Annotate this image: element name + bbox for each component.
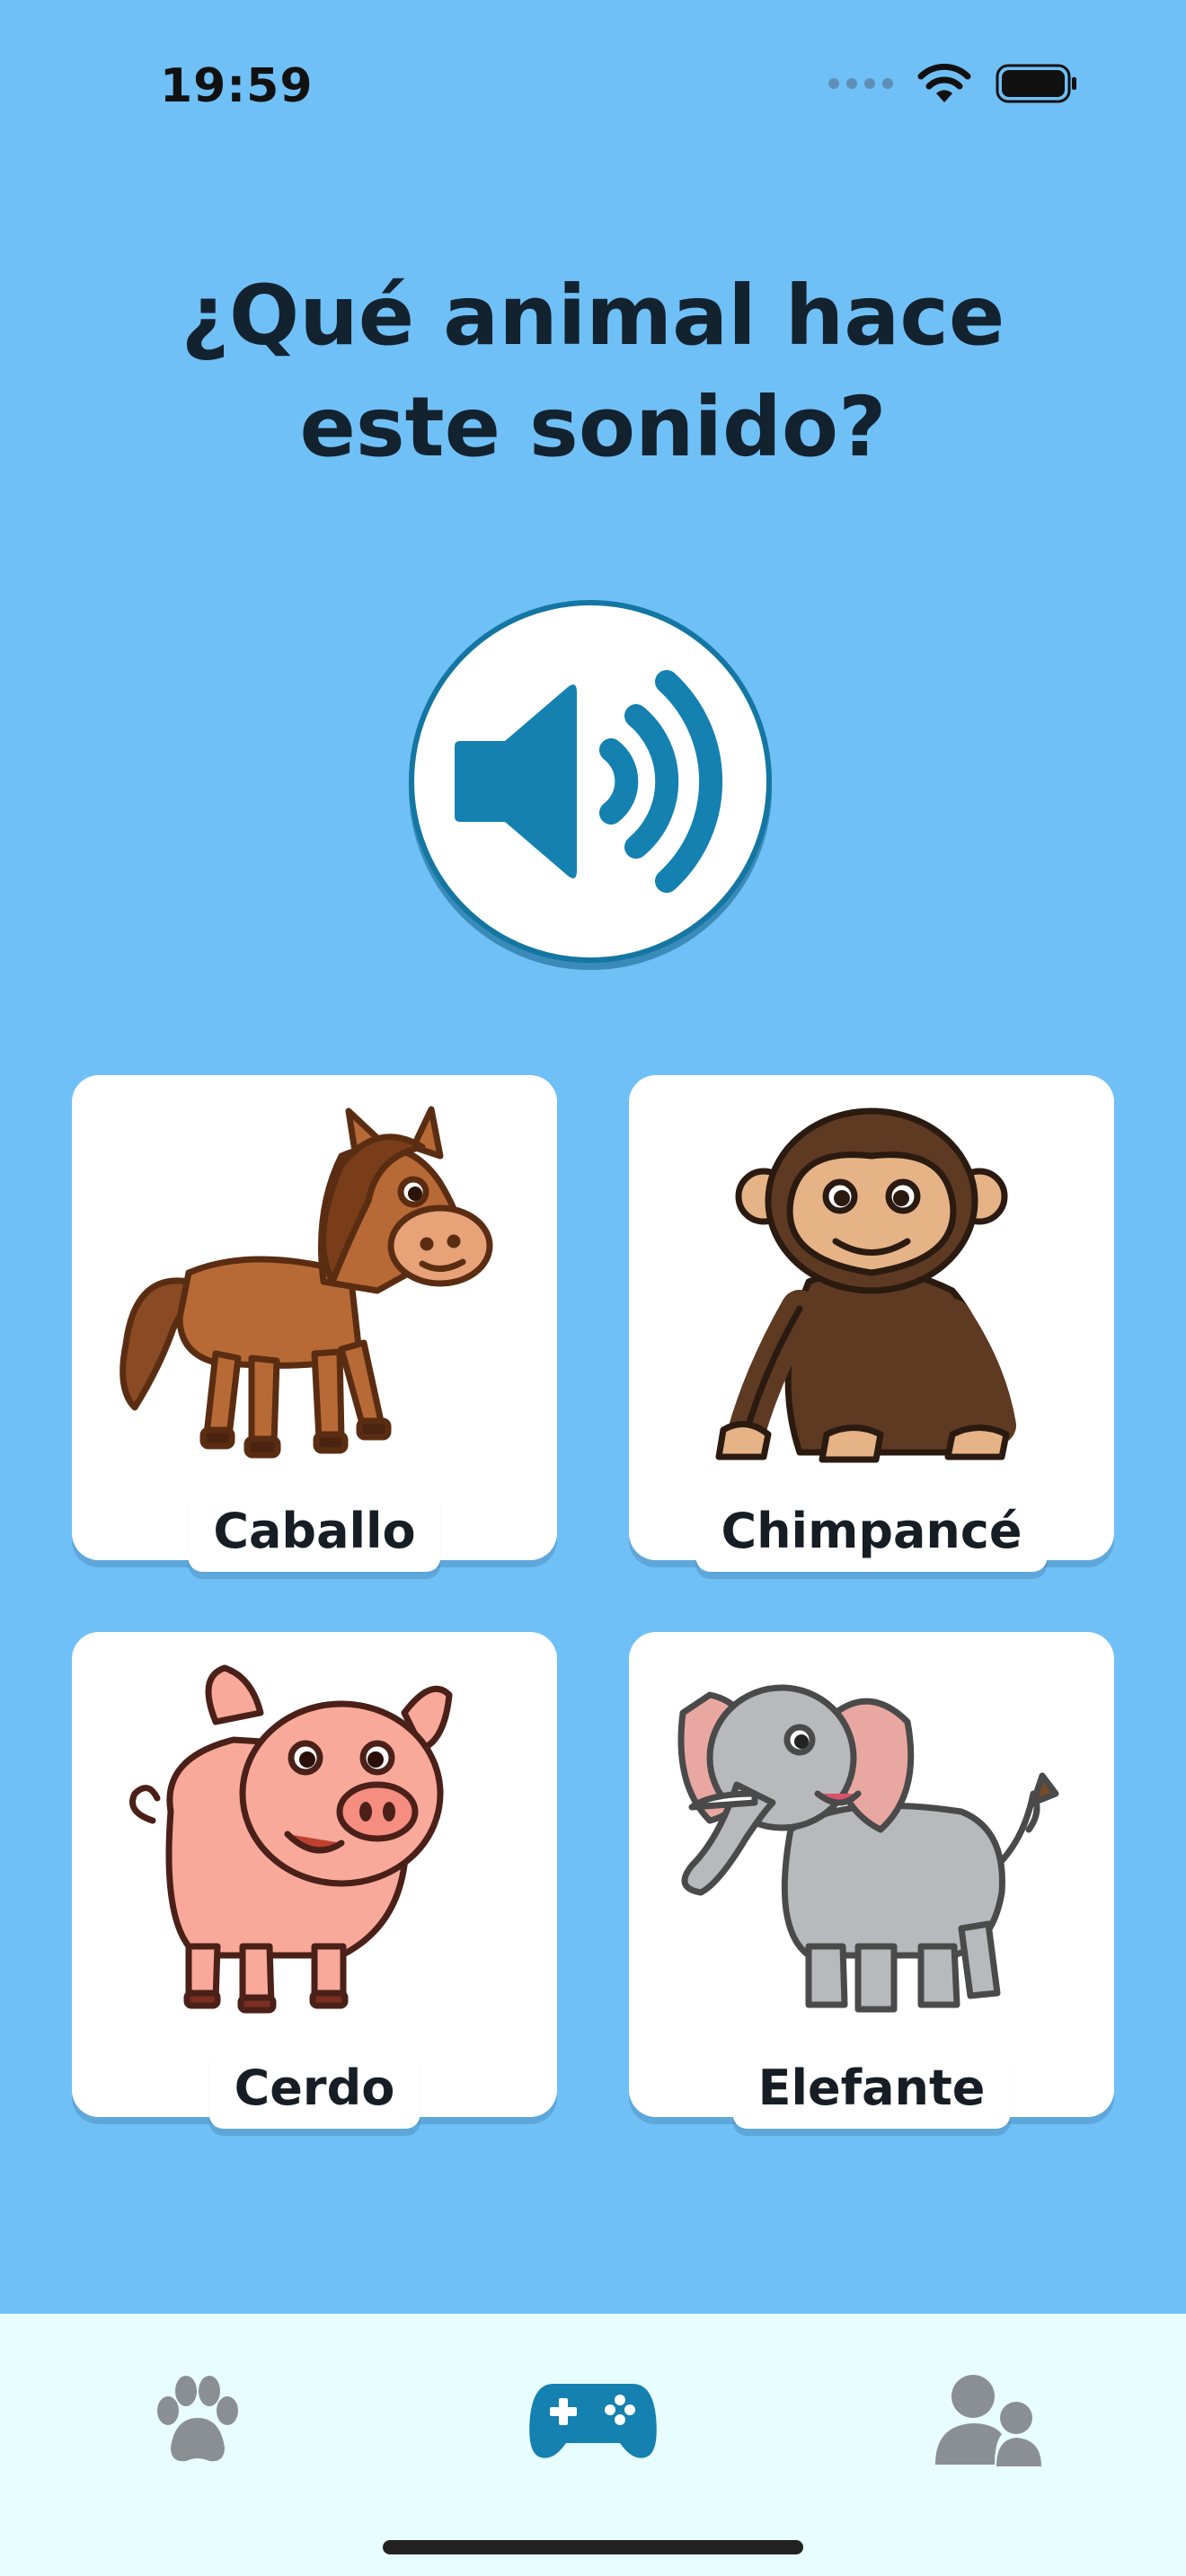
option-label: Elefante <box>732 2054 1011 2129</box>
question-title: ¿Qué animal hace este sonido? <box>181 268 1005 475</box>
gamepad-icon <box>529 2384 657 2458</box>
pig-image <box>129 1664 453 2014</box>
cellular-dots-icon <box>828 78 893 89</box>
speaker-icon <box>455 670 723 893</box>
horse-image <box>119 1106 493 1459</box>
users-icon <box>935 2375 1041 2466</box>
tab-animals[interactable] <box>117 2353 279 2488</box>
status-bar: 19:59 <box>0 0 1186 171</box>
battery-icon <box>996 64 1076 103</box>
play-sound-button[interactable] <box>409 600 772 963</box>
wifi-icon <box>917 63 971 102</box>
status-time: 19:59 <box>160 59 314 113</box>
home-indicator <box>383 2540 803 2554</box>
option-card-pig[interactable]: Cerdo <box>72 1632 557 2129</box>
paw-icon <box>157 2376 238 2462</box>
tab-profile[interactable] <box>907 2353 1069 2488</box>
tab-games[interactable] <box>512 2353 674 2488</box>
elephant-image <box>677 1684 1059 2013</box>
option-label: Cerdo <box>208 2054 420 2129</box>
option-card-elephant[interactable]: Elefante <box>629 1632 1114 2129</box>
chimpanzee-image <box>715 1107 1016 1463</box>
option-card-horse[interactable]: Caballo <box>72 1075 557 1572</box>
status-icons <box>828 63 1078 104</box>
option-label: Caballo <box>188 1497 441 1572</box>
option-label: Chimpancé <box>695 1497 1048 1572</box>
option-card-chimpanzee[interactable]: Chimpancé <box>629 1075 1114 1572</box>
tab-bar <box>0 2314 1186 2576</box>
